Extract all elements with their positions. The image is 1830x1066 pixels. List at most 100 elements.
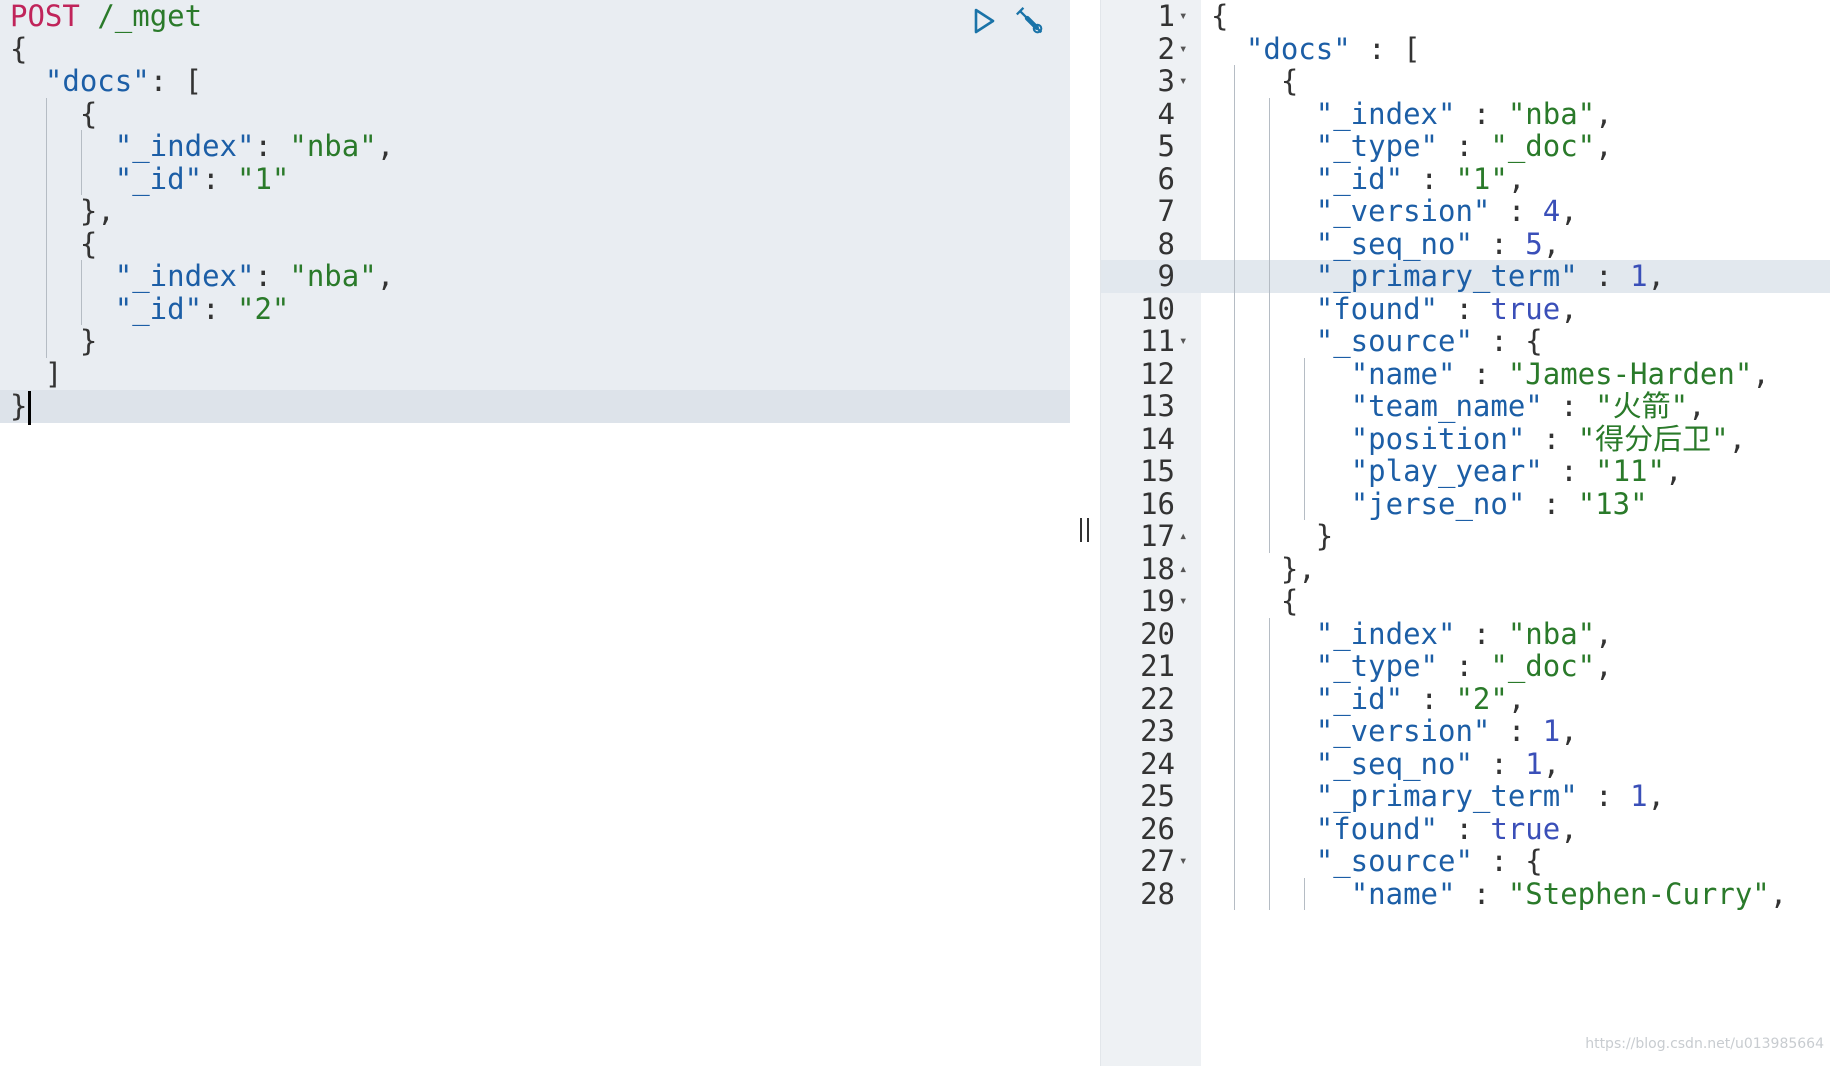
indent-guide [46,260,48,293]
json-punct: : [1525,421,1578,456]
response-code-text: "_source" : { [1211,325,1543,358]
json-punct: : { [1472,844,1543,878]
play-icon[interactable] [968,5,1000,37]
json-punct: , [376,129,395,163]
json-punct: , [1647,259,1665,293]
fold-expand-icon[interactable]: ▴ [1179,520,1187,553]
request-code[interactable]: POST /_mget { "docs": [ { "_index": "nba… [10,0,394,425]
json-punct: : [1542,454,1596,488]
request-actions [968,4,1046,38]
response-line: 1 ▾ { [1101,0,1830,33]
text-cursor [28,391,32,425]
fold-collapse-icon[interactable]: ▾ [1179,845,1187,878]
response-line: 5 "_type" : "_doc", [1101,130,1830,163]
json-punct: , [1560,194,1578,228]
json-value: 1 [1630,779,1648,813]
line-number: 21 [1140,649,1175,683]
line-number: 27 [1140,844,1175,878]
request-line[interactable]: { [10,226,394,261]
request-line[interactable]: } [10,325,394,358]
json-key: "_id" [114,291,203,326]
request-line[interactable]: "_id": "1" [10,162,394,195]
fold-collapse-icon[interactable]: ▾ [1179,33,1187,66]
pane-resize-handle[interactable] [1070,0,1100,1066]
response-viewer[interactable]: 1 ▾{2 ▾ "docs" : [3 ▾ {4 "_index" : "nba", 5… [1100,0,1830,1066]
json-key: "position" [1350,421,1526,456]
json-value: 1 [1525,746,1543,781]
json-punct: : [1455,616,1508,651]
response-code-text: "_source" : { [1211,845,1543,878]
json-punct: : [1542,389,1596,423]
request-line[interactable]: { [10,97,394,130]
request-line[interactable]: "_id": "2" [10,291,394,326]
json-punct: } [10,389,28,423]
request-line[interactable]: { [10,32,394,66]
json-key: "_index" [114,259,255,293]
request-line[interactable]: "_index": "nba", [10,260,394,293]
line-number: 16 [1140,486,1175,521]
json-punct: }, [1280,551,1316,586]
http-method: POST [10,0,80,33]
json-string: "nba" [1507,616,1596,651]
json-punct: { [79,226,98,261]
json-punct: , [1728,421,1747,456]
json-key: "_index" [114,129,255,163]
fold-collapse-icon[interactable]: ▾ [1179,585,1187,618]
line-number: 25 [1140,779,1175,813]
json-punct: , [1560,291,1578,326]
json-punct: , [1560,714,1578,748]
json-key: "_version" [1315,194,1491,228]
indent-guide [46,325,48,358]
json-key: "_source" [1315,324,1473,358]
fold-expand-icon[interactable]: ▴ [1179,553,1187,586]
json-punct: , [1542,226,1561,261]
json-key: "jerse_no" [1350,486,1526,521]
response-code-text: "play_year" : "11", [1211,454,1683,488]
json-key: "_index" [1315,616,1456,651]
request-editor[interactable]: POST /_mget { "docs": [ { "_index": "nba… [0,0,1070,1066]
response-code-text: "name" : "James-Harden", [1211,356,1770,391]
json-value: true [1490,811,1561,846]
response-line: 12 "name" : "James-Harden", [1101,356,1830,391]
json-punct: , [1595,96,1613,131]
fold-collapse-icon[interactable]: ▾ [1179,65,1187,98]
line-number: 7 [1157,194,1175,228]
drag-handle-icon[interactable] [1080,518,1089,542]
response-code-text: "found" : true, [1211,291,1578,326]
response-code-text: "_id" : "1", [1211,161,1526,196]
json-punct: : [1403,681,1456,716]
response-code-text: "_type" : "_doc", [1211,130,1613,163]
response-line: 6 "_id" : "1", [1101,161,1830,196]
response-line: 13 "team_name" : "火箭", [1101,390,1830,423]
json-punct: , [1507,161,1526,196]
json-key: "_seq_no" [1315,746,1473,781]
json-key: "found" [1315,291,1438,326]
json-key: "_id" [1315,161,1404,196]
response-code-text: "position" : "得分后卫", [1211,421,1747,456]
request-line[interactable]: }, [10,195,394,228]
request-line[interactable]: } [10,389,394,425]
json-key: "found" [1315,811,1438,846]
request-line[interactable]: "docs": [ [10,65,394,98]
request-line[interactable]: ] [10,357,394,391]
response-code-text: "docs" : [ [1211,32,1421,66]
json-string: "James-Harden" [1507,356,1753,391]
request-line[interactable]: "_index": "nba", [10,130,394,163]
json-punct: : [1455,96,1508,131]
fold-collapse-icon[interactable]: ▾ [1179,0,1187,33]
fold-collapse-icon[interactable]: ▾ [1179,325,1187,358]
json-key: "team_name" [1350,389,1543,423]
json-key: "docs" [44,64,150,98]
json-value: true [1490,291,1561,326]
line-number: 18 [1140,551,1175,586]
indent-guide [46,292,48,325]
response-line: 7 "_version" : 4, [1101,195,1830,228]
line-number: 1 [1157,0,1175,33]
indent-guide [46,130,48,163]
line-number: 15 [1140,454,1175,488]
wrench-icon[interactable] [1014,5,1046,37]
json-key: "_type" [1315,129,1438,163]
response-code-text: "_type" : "_doc", [1211,650,1613,683]
json-punct: : [254,129,290,163]
line-number: 19 [1140,584,1175,618]
